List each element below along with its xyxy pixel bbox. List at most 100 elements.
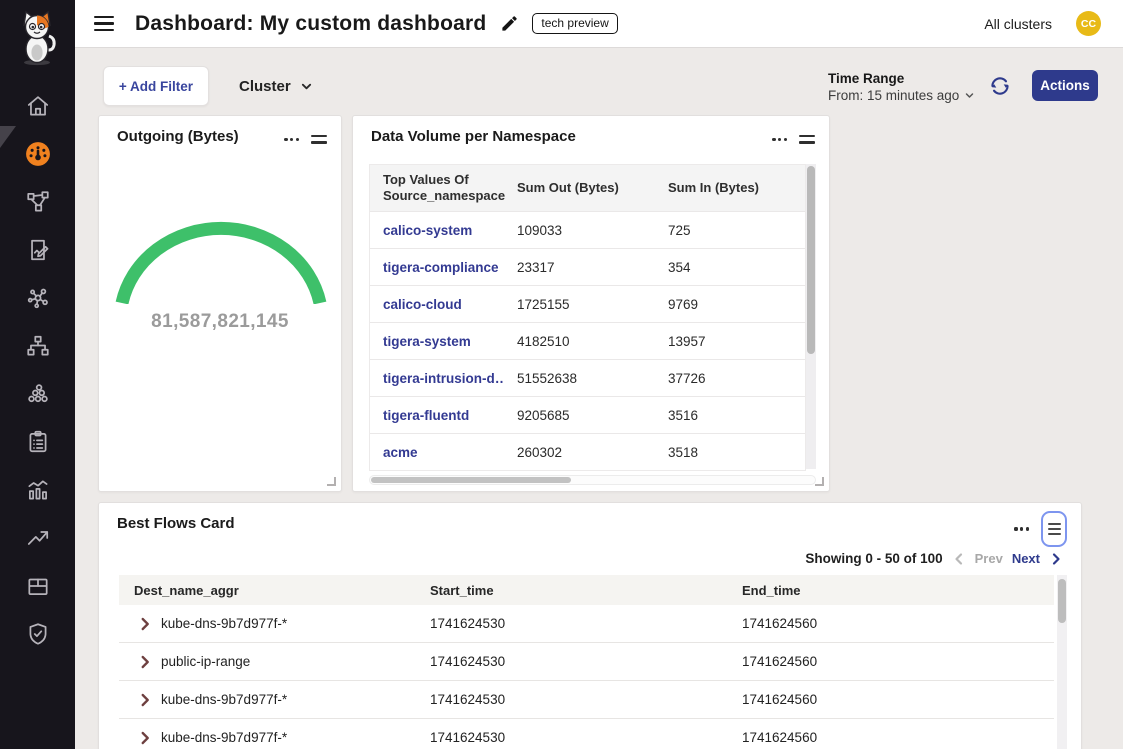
expand-chevron-icon[interactable] [135,728,155,748]
dest-name: kube-dns-9b7d977f-* [161,616,287,631]
end-time: 1741624560 [727,654,1054,669]
card-menu-icon[interactable] [772,134,787,145]
column-header: Sum Out (Bytes) [504,180,655,196]
avatar[interactable]: CC [1076,11,1101,36]
sidebar-item-network-topology[interactable] [0,189,75,215]
chart-trend-icon [25,477,51,503]
clipboard-icon [25,429,51,455]
namespace-link[interactable]: calico-system [370,223,504,238]
sidebar-item-workloads[interactable] [0,573,75,599]
namespace-link[interactable]: tigera-system [370,334,504,349]
scrollbar-thumb[interactable] [807,166,815,354]
refresh-icon[interactable] [988,74,1012,98]
cluster-filter-dropdown[interactable]: Cluster [239,66,312,106]
sum-in-value: 37726 [655,371,807,386]
expand-chevron-icon[interactable] [135,614,155,634]
table-row[interactable]: kube-dns-9b7d977f-* 1741624530 174162456… [119,605,1054,643]
page-title: Dashboard: My custom dashboard [135,12,486,36]
sum-in-value: 13957 [655,334,807,349]
card-drag-handle-icon[interactable] [311,132,327,147]
hamburger-menu-icon[interactable] [94,16,114,31]
namespace-table: Top Values Of Source_namespace Sum Out (… [369,164,816,471]
table-row[interactable]: kube-dns-9b7d977f-* 1741624530 174162456… [119,719,1054,749]
sum-out-value: 4182510 [504,334,655,349]
sum-out-value: 23317 [504,260,655,275]
edit-pencil-icon[interactable] [500,14,519,33]
sidebar-item-threat-graph[interactable] [0,285,75,311]
cluster-filter-label: Cluster [239,78,291,95]
start-time: 1741624530 [415,692,727,707]
card-resize-handle[interactable] [815,477,824,486]
sidebar-item-compliance[interactable] [0,429,75,455]
card-menu-icon[interactable] [284,134,299,145]
sum-in-value: 354 [655,260,807,275]
sidebar-item-dashboard[interactable] [0,141,75,167]
document-edit-icon [25,237,51,263]
scrollbar-thumb[interactable] [1058,579,1066,623]
column-header: Dest_name_aggr [119,583,415,598]
sum-in-value: 3518 [655,445,807,460]
sidebar-item-home[interactable] [0,93,75,119]
sidebar-item-analytics[interactable] [0,477,75,503]
time-range-value-dropdown[interactable]: From: 15 minutes ago [828,88,974,103]
cluster-scope-selector[interactable]: All clusters [984,16,1052,32]
gauge-arc [115,204,327,304]
card-drag-handle-focused[interactable] [1041,511,1067,547]
molecule-graph-icon [25,285,51,311]
table-row[interactable]: kube-dns-9b7d977f-* 1741624530 174162456… [119,681,1054,719]
namespace-link[interactable]: calico-cloud [370,297,504,312]
column-header: End_time [727,583,1054,598]
namespace-link[interactable]: tigera-intrusion-d… [370,371,504,386]
sum-out-value: 1725155 [504,297,655,312]
scrollbar-thumb[interactable] [371,477,571,483]
sum-in-value: 725 [655,223,807,238]
table-header-row: Dest_name_aggr Start_time End_time [119,575,1054,605]
namespace-link[interactable]: tigera-fluentd [370,408,504,423]
sidebar-item-flow-logs[interactable] [0,237,75,263]
prev-button[interactable]: Prev [975,551,1003,566]
pagination-summary: Showing 0 - 50 of 100 [805,551,942,566]
calico-cat-logo [13,8,61,68]
sitemap-icon [25,333,51,359]
add-filter-button[interactable]: + Add Filter [103,66,209,106]
time-range-label: Time Range [828,71,974,86]
actions-button[interactable]: Actions [1032,70,1098,101]
expand-chevron-icon[interactable] [135,690,155,710]
best-flows-table: Dest_name_aggr Start_time End_time kube-… [119,575,1067,749]
vertical-scrollbar [1057,575,1067,749]
sum-out-value: 109033 [504,223,655,238]
chevron-right-icon [1049,552,1063,566]
expand-chevron-icon[interactable] [135,652,155,672]
card-resize-handle[interactable] [327,477,336,486]
chevron-left-icon [952,552,966,566]
table-row[interactable]: public-ip-range 1741624530 1741624560 [119,643,1054,681]
end-time: 1741624560 [727,730,1054,745]
sidebar [0,0,75,749]
best-flows-card: Best Flows Card Showing 0 - 50 of 100 Pr… [98,502,1082,749]
dest-name: public-ip-range [161,654,250,669]
table-row: tigera-compliance 23317 354 [370,248,805,285]
sidebar-item-clusters[interactable] [0,381,75,407]
start-time: 1741624530 [415,654,727,669]
sidebar-item-trends[interactable] [0,525,75,551]
sidebar-item-security[interactable] [0,621,75,647]
end-time: 1741624560 [727,616,1054,631]
card-menu-icon[interactable] [1014,523,1029,534]
sum-in-value: 3516 [655,408,807,423]
end-time: 1741624560 [727,692,1054,707]
data-volume-card: Data Volume per Namespace Top Values Of … [352,115,830,492]
column-header: Start_time [415,583,727,598]
start-time: 1741624530 [415,730,727,745]
table-row: tigera-fluentd 9205685 3516 [370,396,805,433]
home-icon [25,93,51,119]
sum-out-value: 9205685 [504,408,655,423]
namespace-link[interactable]: tigera-compliance [370,260,504,275]
sidebar-item-service-map[interactable] [0,333,75,359]
next-button[interactable]: Next [1012,551,1040,566]
card-drag-handle-icon[interactable] [799,132,815,147]
topbar: Dashboard: My custom dashboard tech prev… [75,0,1123,48]
namespace-link[interactable]: acme [370,445,504,460]
vertical-scrollbar [806,164,816,469]
main-content: + Add Filter Cluster Time Range From: 15… [75,48,1123,749]
tech-preview-badge: tech preview [532,13,617,34]
